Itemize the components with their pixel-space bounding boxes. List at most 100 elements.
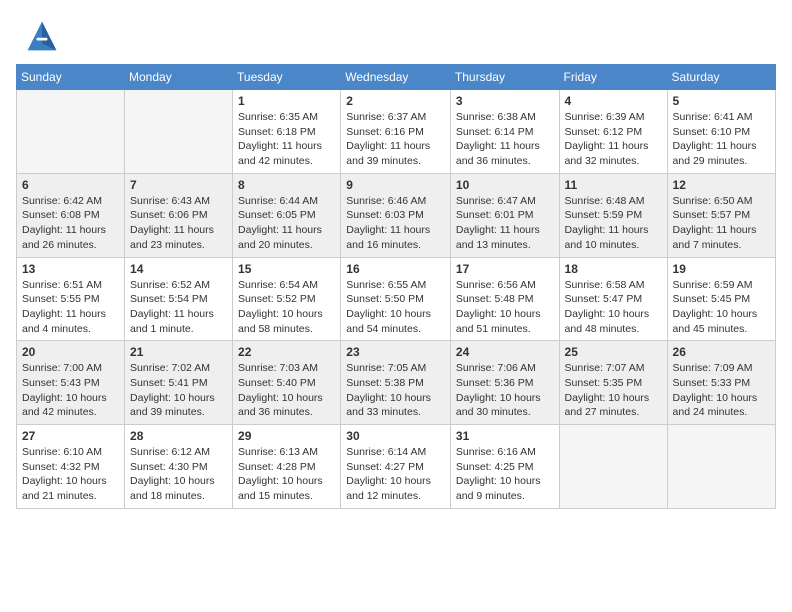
calendar-cell: 1 Sunrise: 6:35 AMSunset: 6:18 PMDaylight… — [233, 90, 341, 174]
day-info: Sunrise: 7:00 AMSunset: 5:43 PMDaylight:… — [22, 361, 119, 420]
calendar-cell: 19 Sunrise: 6:59 AMSunset: 5:45 PMDayligh… — [667, 257, 775, 341]
calendar-cell: 21 Sunrise: 7:02 AMSunset: 5:41 PMDayligh… — [125, 341, 233, 425]
calendar-cell — [125, 90, 233, 174]
day-number: 8 — [238, 178, 335, 192]
weekday-header-thursday: Thursday — [450, 65, 559, 90]
day-number: 12 — [673, 178, 770, 192]
day-info: Sunrise: 7:07 AMSunset: 5:35 PMDaylight:… — [565, 361, 662, 420]
day-number: 7 — [130, 178, 227, 192]
day-info: Sunrise: 6:46 AMSunset: 6:03 PMDaylight:… — [346, 194, 445, 253]
weekday-header-wednesday: Wednesday — [341, 65, 451, 90]
weekday-header-monday: Monday — [125, 65, 233, 90]
day-info: Sunrise: 6:39 AMSunset: 6:12 PMDaylight:… — [565, 110, 662, 169]
day-number: 25 — [565, 345, 662, 359]
day-info: Sunrise: 6:42 AMSunset: 6:08 PMDaylight:… — [22, 194, 119, 253]
day-number: 24 — [456, 345, 554, 359]
day-info: Sunrise: 6:35 AMSunset: 6:18 PMDaylight:… — [238, 110, 335, 169]
day-info: Sunrise: 7:02 AMSunset: 5:41 PMDaylight:… — [130, 361, 227, 420]
calendar-cell: 20 Sunrise: 7:00 AMSunset: 5:43 PMDayligh… — [17, 341, 125, 425]
calendar-cell: 4 Sunrise: 6:39 AMSunset: 6:12 PMDaylight… — [559, 90, 667, 174]
day-info: Sunrise: 6:58 AMSunset: 5:47 PMDaylight:… — [565, 278, 662, 337]
day-info: Sunrise: 6:50 AMSunset: 5:57 PMDaylight:… — [673, 194, 770, 253]
calendar-cell: 27 Sunrise: 6:10 AMSunset: 4:32 PMDayligh… — [17, 425, 125, 509]
calendar-cell: 10Sunrise: 6:47 AMSunset: 6:01 PMDayligh… — [450, 173, 559, 257]
calendar-cell: 15Sunrise: 6:54 AMSunset: 5:52 PMDayligh… — [233, 257, 341, 341]
day-info: Sunrise: 6:13 AMSunset: 4:28 PMDaylight:… — [238, 445, 335, 504]
calendar-cell: 23Sunrise: 7:05 AMSunset: 5:38 PMDayligh… — [341, 341, 451, 425]
calendar-cell: 30 Sunrise: 6:14 AMSunset: 4:27 PMDayligh… — [341, 425, 451, 509]
day-info: Sunrise: 6:41 AMSunset: 6:10 PMDaylight:… — [673, 110, 770, 169]
day-number: 19 — [673, 262, 770, 276]
day-number: 26 — [673, 345, 770, 359]
weekday-header-sunday: Sunday — [17, 65, 125, 90]
calendar-cell: 29 Sunrise: 6:13 AMSunset: 4:28 PMDayligh… — [233, 425, 341, 509]
day-number: 14 — [130, 262, 227, 276]
calendar-cell: 24Sunrise: 7:06 AMSunset: 5:36 PMDayligh… — [450, 341, 559, 425]
calendar-week-row: 13 Sunrise: 6:51 AMSunset: 5:55 PMDayligh… — [17, 257, 776, 341]
calendar-cell: 28Sunrise: 6:12 AMSunset: 4:30 PMDayligh… — [125, 425, 233, 509]
calendar-cell: 13 Sunrise: 6:51 AMSunset: 5:55 PMDayligh… — [17, 257, 125, 341]
day-number: 13 — [22, 262, 119, 276]
calendar-week-row: 20 Sunrise: 7:00 AMSunset: 5:43 PMDayligh… — [17, 341, 776, 425]
day-number: 1 — [238, 94, 335, 108]
day-info: Sunrise: 6:10 AMSunset: 4:32 PMDaylight:… — [22, 445, 119, 504]
day-info: Sunrise: 6:44 AMSunset: 6:05 PMDaylight:… — [238, 194, 335, 253]
calendar-cell: 11 Sunrise: 6:48 AMSunset: 5:59 PMDayligh… — [559, 173, 667, 257]
day-info: Sunrise: 6:59 AMSunset: 5:45 PMDaylight:… — [673, 278, 770, 337]
calendar-cell: 3 Sunrise: 6:38 AMSunset: 6:14 PMDaylight… — [450, 90, 559, 174]
calendar-week-row: 1 Sunrise: 6:35 AMSunset: 6:18 PMDaylight… — [17, 90, 776, 174]
weekday-header-saturday: Saturday — [667, 65, 775, 90]
day-number: 10 — [456, 178, 554, 192]
calendar-cell — [667, 425, 775, 509]
calendar-cell: 9 Sunrise: 6:46 AMSunset: 6:03 PMDaylight… — [341, 173, 451, 257]
calendar-cell: 22 Sunrise: 7:03 AMSunset: 5:40 PMDayligh… — [233, 341, 341, 425]
day-info: Sunrise: 6:48 AMSunset: 5:59 PMDaylight:… — [565, 194, 662, 253]
logo — [24, 18, 64, 54]
day-number: 21 — [130, 345, 227, 359]
day-number: 2 — [346, 94, 445, 108]
calendar-cell: 12 Sunrise: 6:50 AMSunset: 5:57 PMDayligh… — [667, 173, 775, 257]
day-info: Sunrise: 6:43 AMSunset: 6:06 PMDaylight:… — [130, 194, 227, 253]
logo-icon — [24, 18, 60, 54]
day-number: 4 — [565, 94, 662, 108]
day-number: 18 — [565, 262, 662, 276]
weekday-header-row: SundayMondayTuesdayWednesdayThursdayFrid… — [17, 65, 776, 90]
day-number: 31 — [456, 429, 554, 443]
day-number: 5 — [673, 94, 770, 108]
calendar-cell: 8 Sunrise: 6:44 AMSunset: 6:05 PMDaylight… — [233, 173, 341, 257]
day-info: Sunrise: 6:14 AMSunset: 4:27 PMDaylight:… — [346, 445, 445, 504]
calendar-cell: 26 Sunrise: 7:09 AMSunset: 5:33 PMDayligh… — [667, 341, 775, 425]
header — [0, 0, 792, 64]
day-number: 30 — [346, 429, 445, 443]
calendar-week-row: 6 Sunrise: 6:42 AMSunset: 6:08 PMDaylight… — [17, 173, 776, 257]
day-info: Sunrise: 6:55 AMSunset: 5:50 PMDaylight:… — [346, 278, 445, 337]
day-number: 6 — [22, 178, 119, 192]
calendar-cell: 14 Sunrise: 6:52 AMSunset: 5:54 PMDayligh… — [125, 257, 233, 341]
day-info: Sunrise: 6:51 AMSunset: 5:55 PMDaylight:… — [22, 278, 119, 337]
day-number: 28 — [130, 429, 227, 443]
day-number: 9 — [346, 178, 445, 192]
day-number: 29 — [238, 429, 335, 443]
day-number: 3 — [456, 94, 554, 108]
calendar-cell: 25 Sunrise: 7:07 AMSunset: 5:35 PMDayligh… — [559, 341, 667, 425]
day-info: Sunrise: 6:54 AMSunset: 5:52 PMDaylight:… — [238, 278, 335, 337]
page: SundayMondayTuesdayWednesdayThursdayFrid… — [0, 0, 792, 612]
day-number: 20 — [22, 345, 119, 359]
day-number: 23 — [346, 345, 445, 359]
day-info: Sunrise: 7:09 AMSunset: 5:33 PMDaylight:… — [673, 361, 770, 420]
calendar-cell: 18 Sunrise: 6:58 AMSunset: 5:47 PMDayligh… — [559, 257, 667, 341]
day-number: 27 — [22, 429, 119, 443]
day-info: Sunrise: 7:03 AMSunset: 5:40 PMDaylight:… — [238, 361, 335, 420]
day-info: Sunrise: 6:38 AMSunset: 6:14 PMDaylight:… — [456, 110, 554, 169]
day-number: 22 — [238, 345, 335, 359]
weekday-header-friday: Friday — [559, 65, 667, 90]
calendar-cell — [559, 425, 667, 509]
calendar-cell: 31Sunrise: 6:16 AMSunset: 4:25 PMDayligh… — [450, 425, 559, 509]
calendar-cell: 17Sunrise: 6:56 AMSunset: 5:48 PMDayligh… — [450, 257, 559, 341]
calendar-cell: 7 Sunrise: 6:43 AMSunset: 6:06 PMDaylight… — [125, 173, 233, 257]
calendar-week-row: 27 Sunrise: 6:10 AMSunset: 4:32 PMDayligh… — [17, 425, 776, 509]
day-number: 11 — [565, 178, 662, 192]
day-info: Sunrise: 6:37 AMSunset: 6:16 PMDaylight:… — [346, 110, 445, 169]
day-info: Sunrise: 6:52 AMSunset: 5:54 PMDaylight:… — [130, 278, 227, 337]
calendar-cell: 5 Sunrise: 6:41 AMSunset: 6:10 PMDaylight… — [667, 90, 775, 174]
